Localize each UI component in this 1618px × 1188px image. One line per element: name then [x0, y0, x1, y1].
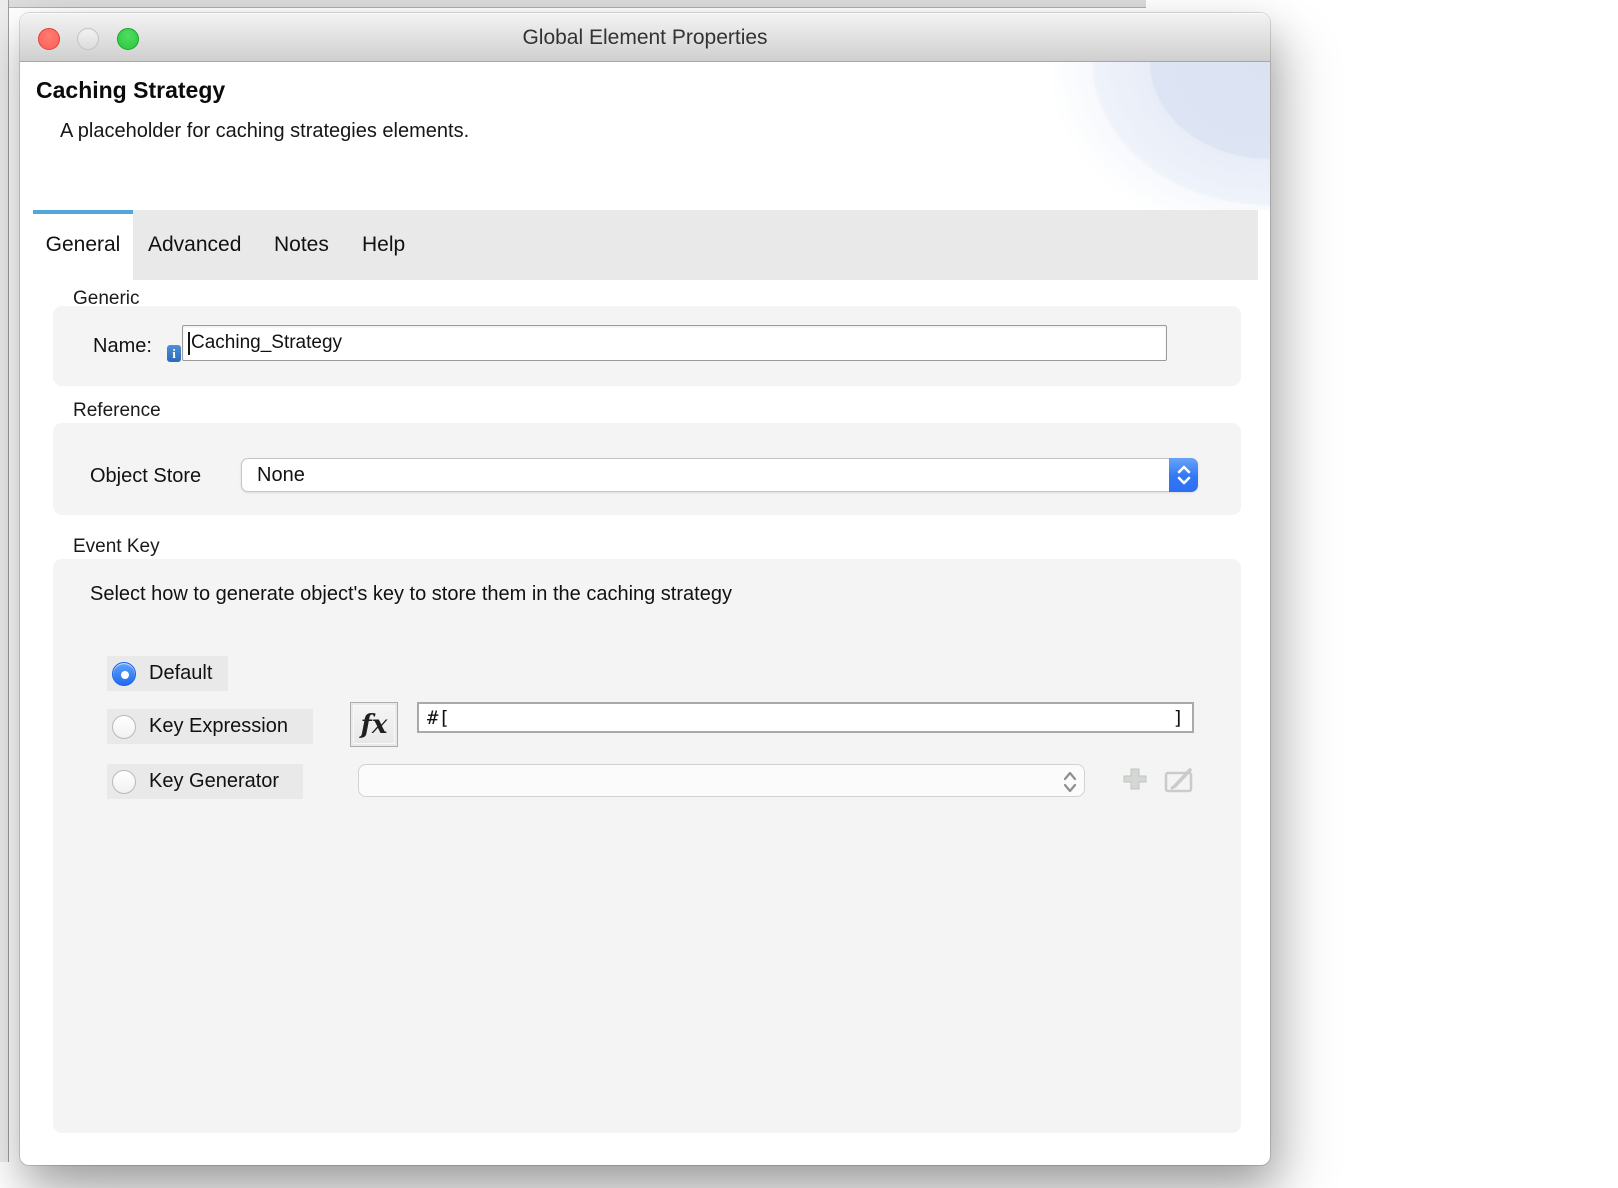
section-label-event-key: Event Key — [73, 536, 160, 558]
edit-icon — [1164, 766, 1198, 793]
background-window-left-edge — [0, 0, 9, 1162]
expression-prefix: #[ — [427, 707, 450, 729]
key-generator-combo[interactable] — [358, 764, 1085, 797]
object-store-value: None — [242, 464, 305, 487]
close-button[interactable] — [38, 28, 60, 50]
tab-notes[interactable]: Notes — [274, 210, 329, 280]
object-store-select[interactable]: None — [241, 458, 1198, 492]
radio-default[interactable] — [112, 662, 136, 686]
radio-key-expression-label[interactable]: Key Expression — [149, 715, 288, 738]
section-label-reference: Reference — [73, 400, 161, 422]
event-key-panel — [53, 559, 1241, 1133]
text-cursor — [188, 332, 190, 355]
radio-default-label[interactable]: Default — [149, 662, 212, 685]
plus-icon — [1122, 767, 1148, 793]
window-titlebar[interactable]: Global Element Properties — [20, 13, 1270, 62]
fx-icon: fx — [361, 710, 388, 740]
object-store-label: Object Store — [90, 465, 201, 488]
name-input[interactable]: Caching_Strategy — [182, 325, 1167, 361]
dialog-header: Caching Strategy A placeholder for cachi… — [20, 62, 1270, 210]
event-key-prompt: Select how to generate object's key to s… — [90, 583, 732, 606]
tab-strip: General Advanced Notes Help — [33, 210, 1258, 280]
decorative-swoosh — [1052, 62, 1270, 210]
radio-row-key-generator[interactable]: Key Generator — [107, 764, 303, 799]
page-description: A placeholder for caching strategies ele… — [60, 120, 469, 143]
tab-advanced[interactable]: Advanced — [148, 210, 241, 280]
background-window-top-edge — [0, 0, 1146, 8]
edit-key-generator-button[interactable] — [1164, 766, 1198, 793]
tab-general[interactable]: General — [33, 210, 133, 280]
radio-key-expression[interactable] — [112, 715, 136, 739]
name-value: Caching_Strategy — [191, 332, 342, 354]
combo-chevrons-icon — [1062, 769, 1078, 801]
expression-suffix: ] — [1173, 707, 1184, 729]
name-label: Name: — [93, 335, 152, 358]
key-expression-input[interactable]: #[ ] — [417, 702, 1194, 733]
window-title: Global Element Properties — [20, 13, 1270, 62]
minimize-button[interactable] — [77, 28, 99, 50]
zoom-button[interactable] — [117, 28, 139, 50]
tab-help[interactable]: Help — [362, 210, 405, 280]
radio-key-generator-label[interactable]: Key Generator — [149, 770, 279, 793]
radio-row-key-expression[interactable]: Key Expression — [107, 709, 313, 744]
page-title: Caching Strategy — [36, 77, 225, 104]
radio-key-generator[interactable] — [112, 770, 136, 794]
global-element-properties-dialog: Global Element Properties Caching Strate… — [20, 13, 1270, 1165]
expression-fx-button[interactable]: fx — [350, 702, 398, 747]
popup-stepper-icon — [1169, 458, 1198, 492]
radio-row-default[interactable]: Default — [107, 656, 228, 691]
info-icon[interactable]: i — [167, 345, 181, 362]
add-key-generator-button[interactable] — [1122, 767, 1148, 793]
